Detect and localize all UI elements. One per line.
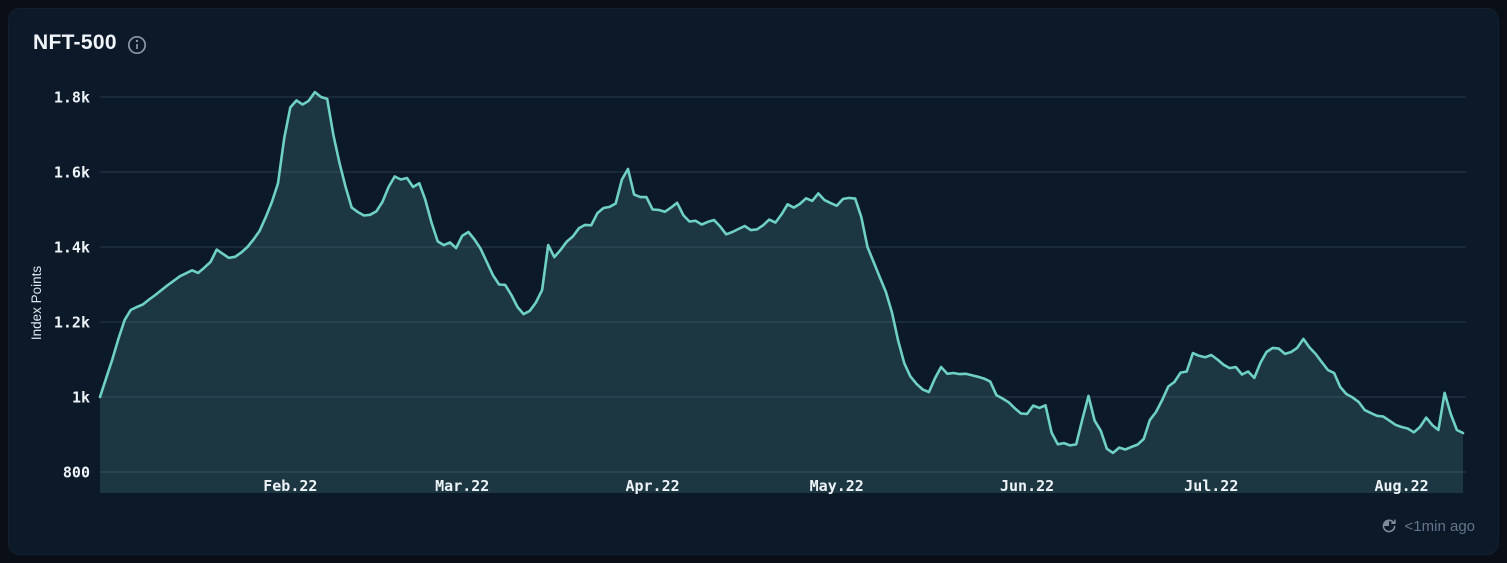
x-tick-label: May.22 bbox=[810, 477, 864, 495]
dashboard-background: { "header": { "title": "NFT-500", "info_… bbox=[0, 0, 1507, 563]
y-tick-label: 1.8k bbox=[54, 89, 90, 107]
last-updated: <1min ago bbox=[1380, 515, 1475, 537]
y-tick-label: 1.6k bbox=[54, 164, 90, 182]
x-tick-label: Jul.22 bbox=[1184, 477, 1238, 495]
x-tick-label: Jun.22 bbox=[1000, 477, 1054, 495]
last-updated-label: <1min ago bbox=[1405, 518, 1475, 535]
x-tick-label: Apr.22 bbox=[625, 477, 679, 495]
info-icon[interactable] bbox=[127, 35, 147, 55]
x-tick-label: Aug.22 bbox=[1375, 477, 1429, 495]
nft-500-area-chart[interactable]: 1.8k 1.6k 1.4k 1.2k 1k 800 Feb.22 Mar.22 Apr.22 M… bbox=[0, 0, 1507, 563]
y-tick-label: 1.2k bbox=[54, 314, 90, 332]
page-title: NFT-500 bbox=[33, 31, 117, 55]
y-axis-title: Index Points bbox=[29, 266, 44, 341]
x-tick-label: Feb.22 bbox=[263, 477, 317, 495]
series-area-fill bbox=[100, 92, 1463, 493]
y-tick-label: 1.4k bbox=[54, 239, 90, 257]
x-tick-label: Mar.22 bbox=[435, 477, 489, 495]
y-tick-label: 1k bbox=[72, 389, 90, 407]
y-tick-label: 800 bbox=[63, 464, 90, 482]
history-clock-icon bbox=[1380, 517, 1398, 535]
